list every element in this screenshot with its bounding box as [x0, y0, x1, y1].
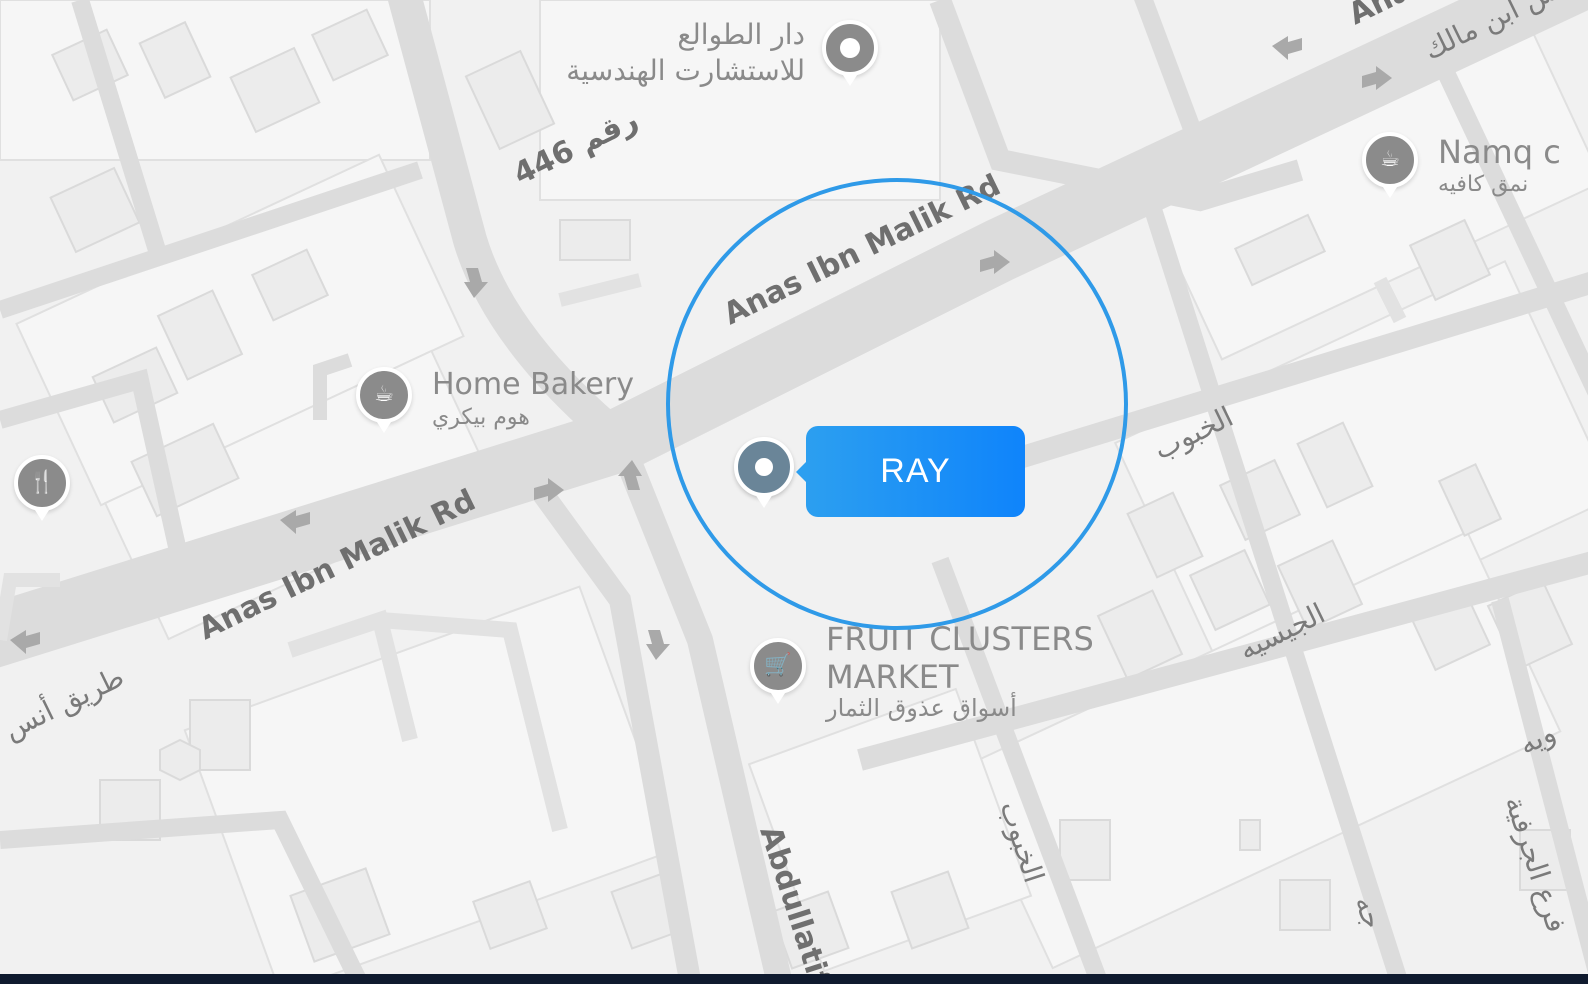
poi-namq-subtitle: نمق كافيه: [1438, 172, 1528, 197]
poi-namq-title: Namq c: [1438, 133, 1561, 171]
bottom-bar: [0, 974, 1588, 984]
ray-label-text: RAY: [880, 452, 951, 490]
location-highlight-ring: [666, 178, 1128, 630]
poi-dar-altawale-subtitle: للاستشارت الهندسية: [566, 54, 805, 87]
poi-fruit-clusters-subtitle: أسواق عذوق الثمار: [825, 692, 1017, 722]
poi-dar-altawale-title: دار الطوالع: [677, 18, 805, 51]
poi-namq-pin[interactable]: ☕: [1362, 132, 1418, 198]
ray-label-badge[interactable]: RAY: [796, 426, 1025, 517]
poi-home-bakery-subtitle: هوم بيكري: [432, 405, 530, 430]
pin-dot-icon: [840, 38, 860, 58]
ray-location-pin[interactable]: [734, 437, 794, 508]
coffee-cup-icon: ☕: [1380, 147, 1400, 172]
shopping-cart-icon: 🛒: [764, 653, 792, 678]
poi-dar-altawale-pin[interactable]: [822, 20, 878, 86]
poi-restaurant-pin[interactable]: 🍴: [14, 455, 70, 521]
fork-knife-icon: 🍴: [28, 470, 56, 495]
poi-home-bakery-pin[interactable]: ☕: [356, 367, 412, 433]
label-anas-arabic-left: طريق أنس: [0, 657, 129, 746]
poi-home-bakery-title: Home Bakery: [432, 367, 634, 402]
poi-fruit-clusters-title2: MARKET: [826, 658, 959, 696]
coffee-cup-icon: ☕: [374, 382, 394, 407]
poi-fruit-clusters-pin[interactable]: 🛒: [750, 638, 806, 704]
